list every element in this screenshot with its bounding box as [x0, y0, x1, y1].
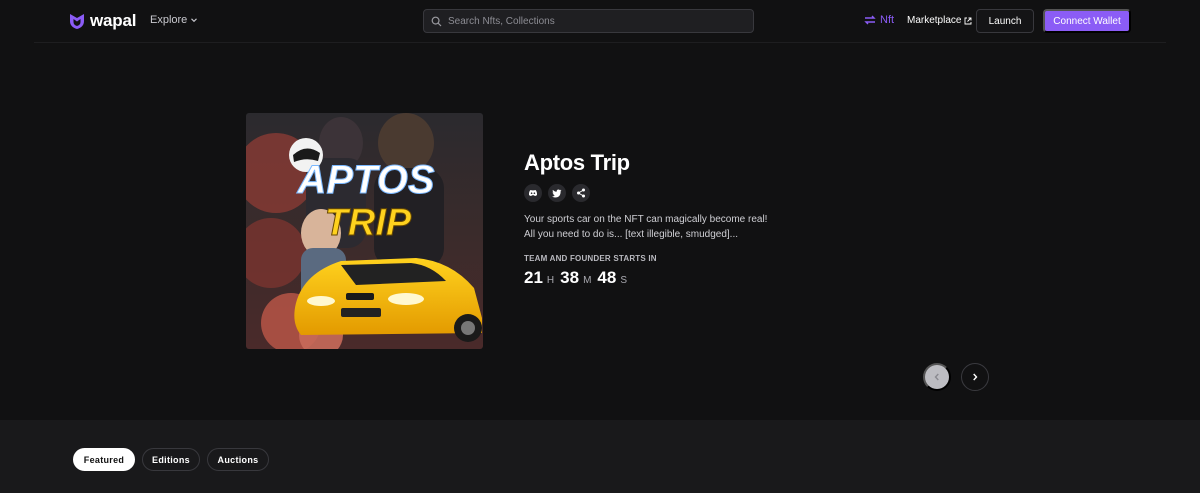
swap-icon [864, 15, 876, 25]
countdown-minutes-unit: M [583, 275, 592, 286]
explore-label: Explore [150, 14, 188, 26]
tab-editions[interactable]: Editions [142, 448, 200, 471]
countdown-timer: 21 H 38 M 48 S [524, 268, 844, 288]
countdown-hours-unit: H [546, 275, 555, 286]
social-links [524, 184, 844, 202]
nft-toggle-label: Nft [880, 14, 895, 26]
marketplace-label: Marketplace [907, 15, 962, 26]
chevron-left-icon [934, 373, 939, 381]
connect-wallet-button[interactable]: Connect Wallet [1043, 9, 1131, 33]
artwork-title-line-2: TRIP [325, 202, 412, 244]
search-icon [431, 16, 442, 26]
share-link[interactable] [572, 184, 590, 202]
share-icon [577, 188, 585, 198]
collection-description: Your sports car on the NFT can magically… [524, 212, 844, 242]
countdown-hours: 21 [524, 268, 543, 287]
top-nav: wapal Explore Nft Marketplace Launch Con… [0, 0, 1200, 42]
discord-icon [528, 190, 538, 197]
mint-phase-label: TEAM AND FOUNDER STARTS IN [524, 254, 657, 263]
marketplace-link[interactable]: Marketplace [907, 15, 972, 26]
tab-auctions[interactable]: Auctions [207, 448, 269, 471]
search-bar[interactable] [423, 9, 754, 33]
carousel-next-button[interactable] [961, 363, 989, 391]
description-line-1: Your sports car on the NFT can magically… [524, 214, 768, 225]
countdown-seconds-unit: S [620, 275, 628, 286]
brand-name: wapal [90, 11, 137, 30]
search-input[interactable] [448, 15, 748, 27]
countdown-seconds: 48 [597, 268, 617, 287]
collection-title: Aptos Trip [524, 150, 630, 175]
twitter-link[interactable] [548, 184, 566, 202]
wapal-logo-icon [70, 14, 84, 29]
description-line-2: All you need to do is... [text illegible… [524, 229, 739, 240]
chevron-down-icon [191, 18, 198, 23]
discord-link[interactable] [524, 184, 542, 202]
brand-logo[interactable]: wapal [69, 11, 136, 31]
collection-tabs: Featured Editions Auctions [73, 448, 269, 471]
countdown-minutes: 38 [560, 268, 580, 287]
tab-featured[interactable]: Featured [73, 448, 135, 471]
artwork-image: APTOS TRIP [246, 113, 483, 349]
nft-toggle[interactable]: Nft [864, 14, 894, 26]
chevron-right-icon [973, 373, 978, 381]
launch-button[interactable]: Launch [976, 9, 1034, 33]
artwork-title-line-1: APTOS [296, 158, 434, 202]
twitter-icon [552, 189, 562, 197]
explore-menu[interactable]: Explore [150, 14, 198, 26]
collection-artwork[interactable]: APTOS TRIP [246, 113, 483, 349]
external-link-icon [965, 17, 972, 24]
collection-info: Aptos Trip Your sports car on the NFT ca… [524, 150, 844, 288]
carousel-prev-button[interactable] [923, 363, 951, 391]
